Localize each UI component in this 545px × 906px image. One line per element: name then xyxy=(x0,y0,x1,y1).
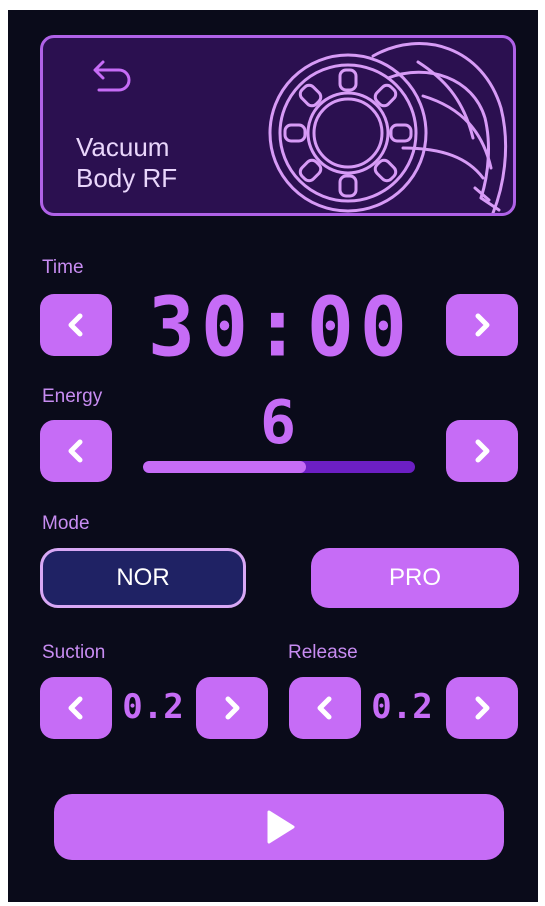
suction-value: 0.2 xyxy=(122,687,184,727)
time-value: 30:00 xyxy=(148,280,413,376)
back-arrow-icon[interactable] xyxy=(89,56,133,96)
time-increase-button[interactable] xyxy=(446,294,518,356)
energy-decrease-button[interactable] xyxy=(40,420,112,482)
chevron-right-icon xyxy=(475,313,490,337)
rf-handpiece-illustration xyxy=(253,38,513,213)
chevron-right-icon xyxy=(475,696,490,720)
header-card: Vacuum Body RF xyxy=(40,35,516,216)
chevron-left-icon xyxy=(68,313,83,337)
play-icon xyxy=(267,810,295,844)
energy-value: 6 xyxy=(259,388,297,458)
energy-increase-button[interactable] xyxy=(446,420,518,482)
chevron-right-icon xyxy=(225,696,240,720)
release-increase-button[interactable] xyxy=(446,677,518,739)
chevron-right-icon xyxy=(475,439,490,463)
title-line-2: Body RF xyxy=(76,163,178,193)
energy-label: Energy xyxy=(42,386,103,407)
energy-level-bar[interactable] xyxy=(143,461,415,473)
mode-pro-button[interactable]: PRO xyxy=(311,548,519,608)
release-value: 0.2 xyxy=(371,687,433,727)
device-screen: Vacuum Body RF Time 30:00 Energy 6 Mode … xyxy=(8,10,538,902)
start-button[interactable] xyxy=(54,794,504,860)
title-line-1: Vacuum xyxy=(76,132,170,162)
suction-decrease-button[interactable] xyxy=(40,677,112,739)
chevron-left-icon xyxy=(317,696,332,720)
release-label: Release xyxy=(288,642,358,663)
mode-label: Mode xyxy=(42,513,90,534)
page-title: Vacuum Body RF xyxy=(76,132,177,194)
chevron-left-icon xyxy=(68,439,83,463)
suction-label: Suction xyxy=(42,642,106,663)
energy-level-fill xyxy=(143,461,307,473)
time-decrease-button[interactable] xyxy=(40,294,112,356)
suction-increase-button[interactable] xyxy=(196,677,268,739)
release-decrease-button[interactable] xyxy=(289,677,361,739)
time-label: Time xyxy=(42,257,84,278)
chevron-left-icon xyxy=(68,696,83,720)
mode-nor-button[interactable]: NOR xyxy=(40,548,246,608)
